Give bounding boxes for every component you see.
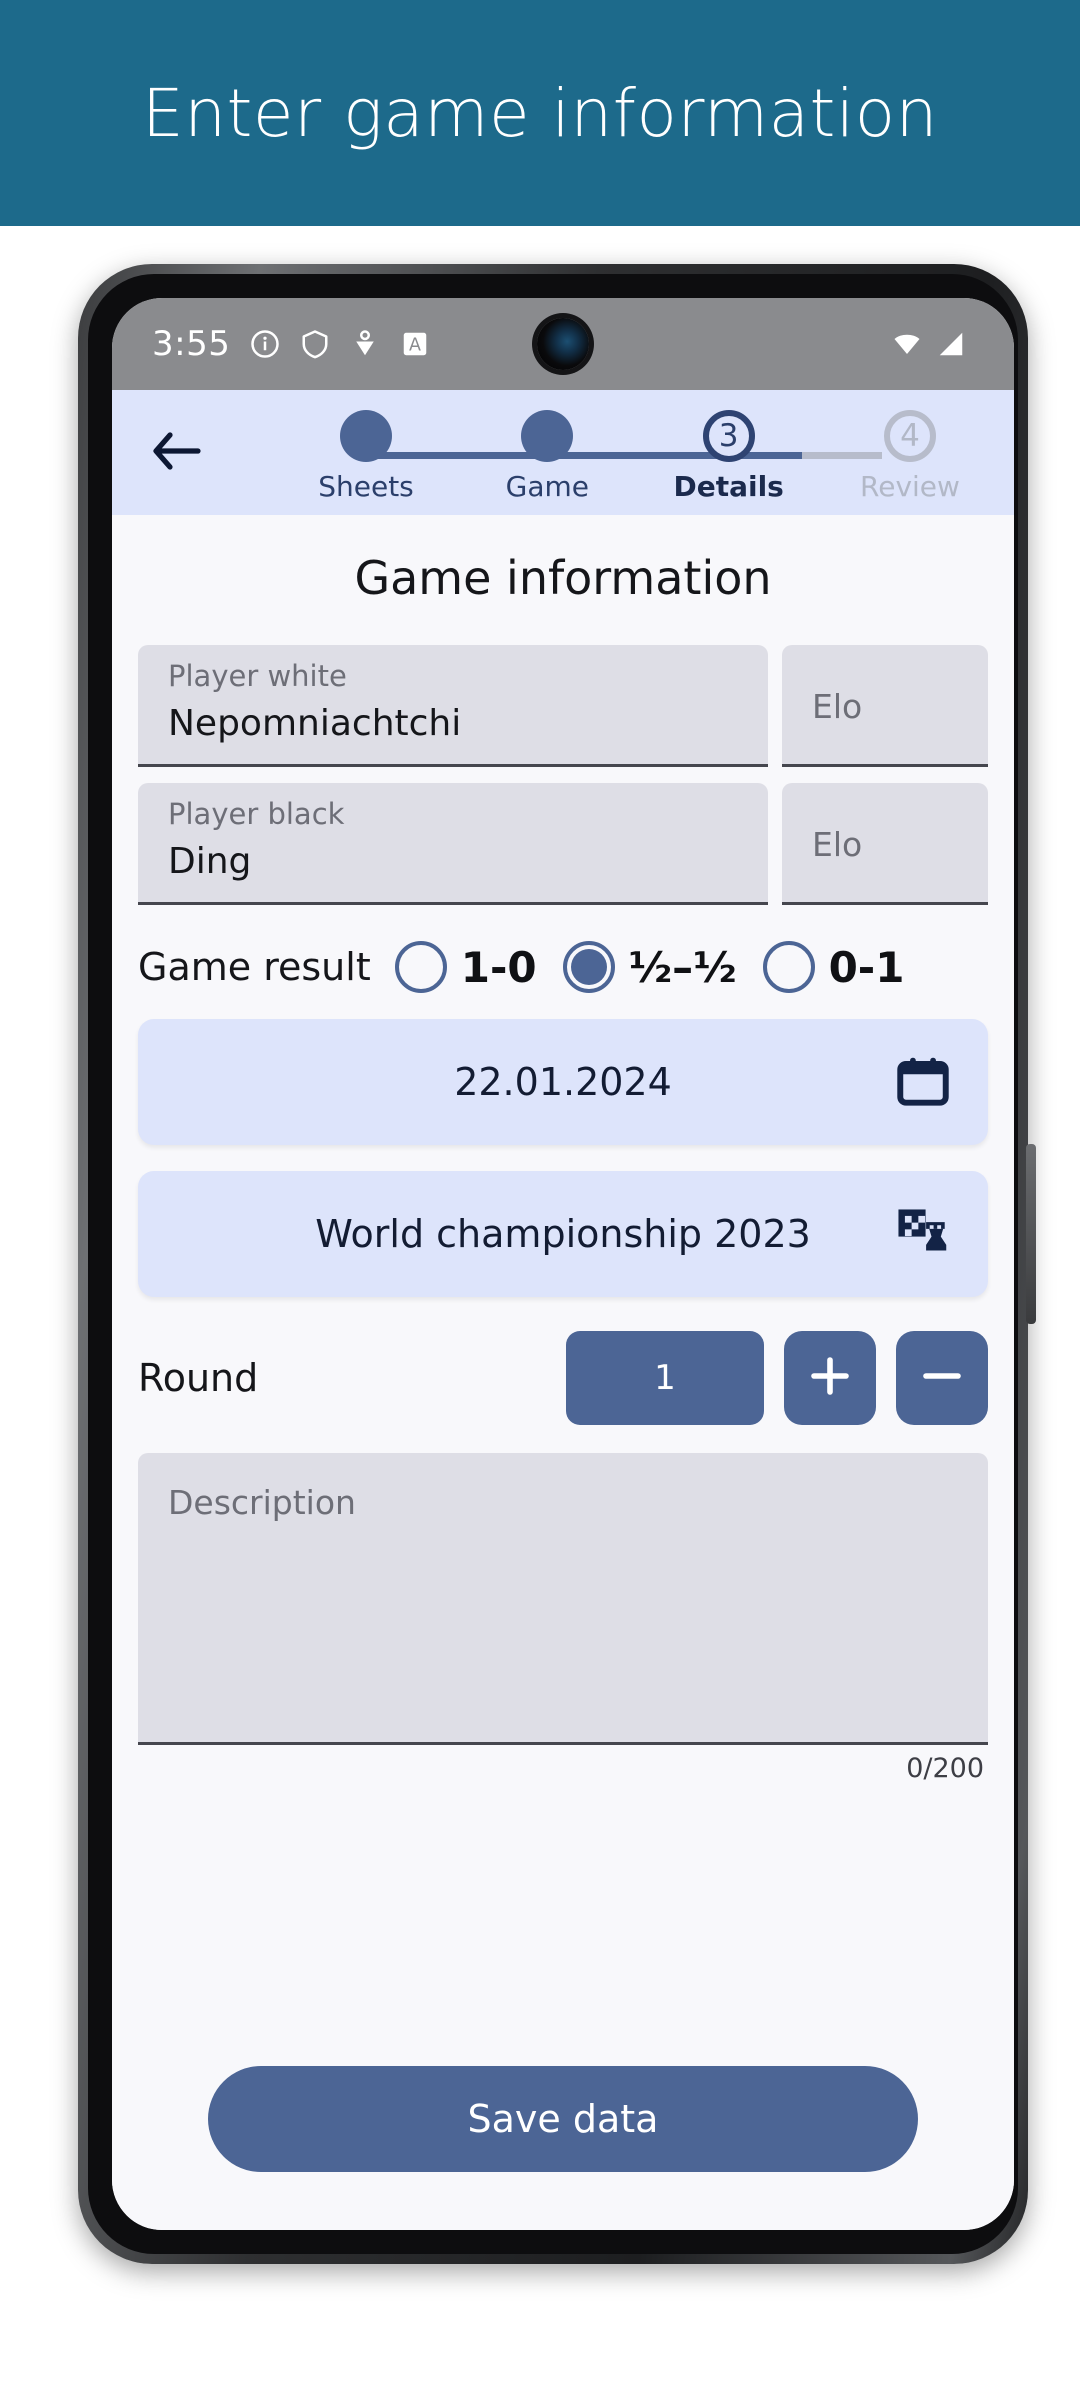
- game-result-label: Game result: [138, 945, 371, 989]
- radio-black-win-label: 0-1: [828, 942, 905, 992]
- step-sheets[interactable]: Sheets: [280, 410, 452, 503]
- status-bar: 3:55 A: [112, 298, 1014, 390]
- wifi-icon: [892, 329, 922, 359]
- step-game-dot: [521, 410, 574, 462]
- shield-icon: [300, 329, 330, 359]
- step-review[interactable]: 4 Review: [824, 410, 996, 503]
- radio-white-win[interactable]: [394, 941, 447, 993]
- round-label: Round: [138, 1356, 259, 1400]
- save-data-button[interactable]: Save data: [208, 2066, 918, 2172]
- wizard-stepper: Sheets Game 3 Details 4 Review: [112, 390, 1014, 515]
- status-bar-left: 3:55 A: [152, 324, 430, 364]
- result-option-draw[interactable]: ½–½: [562, 941, 737, 993]
- player-white-label: Player white: [168, 659, 347, 693]
- date-picker[interactable]: 22.01.2024: [138, 1019, 988, 1145]
- description-placeholder: Description: [168, 1483, 356, 1522]
- plus-icon: [806, 1352, 854, 1405]
- form-page: Game information Player white Nepomniach…: [112, 515, 1014, 2230]
- elo-white-input[interactable]: Elo: [782, 645, 988, 767]
- minus-icon: [918, 1352, 966, 1405]
- front-camera: [537, 318, 589, 370]
- step-sheets-dot: [340, 410, 392, 462]
- back-arrow-icon: [150, 429, 202, 478]
- info-circle-icon: [250, 329, 280, 359]
- round-row: Round 1: [112, 1331, 1014, 1425]
- player-white-row: Player white Nepomniachtchi Elo: [138, 645, 988, 767]
- step-details-label: Details: [673, 470, 784, 503]
- back-button[interactable]: [148, 428, 204, 478]
- player-black-label: Player black: [168, 797, 345, 831]
- elo-white-placeholder: Elo: [812, 687, 863, 726]
- radio-white-win-label: 1-0: [460, 942, 537, 992]
- step-list: Sheets Game 3 Details 4 Review: [280, 410, 996, 503]
- step-details-dot: 3: [702, 410, 755, 462]
- player-black-input[interactable]: Player black Ding: [138, 783, 768, 905]
- elo-black-placeholder: Elo: [812, 825, 863, 864]
- player-black-row: Player black Ding Elo: [138, 783, 988, 905]
- step-details[interactable]: 3 Details: [643, 410, 815, 503]
- game-result-group: Game result 1-0 ½–½ 0-1: [112, 941, 1014, 993]
- tournament-value: World championship 2023: [315, 1212, 811, 1256]
- page-title: Game information: [354, 551, 772, 605]
- date-value: 22.01.2024: [454, 1060, 672, 1104]
- promo-title: Enter game information: [142, 74, 938, 152]
- letter-a-badge-icon: A: [400, 329, 430, 359]
- description-input[interactable]: Description: [138, 1453, 988, 1745]
- step-sheets-label: Sheets: [318, 470, 414, 503]
- description-char-counter: 0/200: [906, 1753, 984, 1784]
- phone-bezel: 3:55 A Sheets Game 3 Details 4 Review Ga…: [88, 274, 1018, 2254]
- status-time: 3:55: [152, 324, 231, 364]
- radio-draw-label: ½–½: [628, 942, 737, 992]
- location-heart-icon: [350, 329, 380, 359]
- step-game[interactable]: Game: [461, 410, 633, 503]
- cellular-signal-icon: [936, 329, 966, 359]
- step-review-label: Review: [860, 470, 960, 503]
- result-option-black-win[interactable]: 0-1: [762, 941, 905, 993]
- chessboard-rook-icon: [892, 1203, 954, 1265]
- player-white-value: Nepomniachtchi: [168, 703, 462, 744]
- round-increment-button[interactable]: [784, 1331, 876, 1425]
- promo-banner: Enter game information: [0, 0, 1080, 226]
- status-bar-right: [892, 298, 966, 390]
- radio-black-win[interactable]: [762, 941, 815, 993]
- player-white-input[interactable]: Player white Nepomniachtchi: [138, 645, 768, 767]
- result-option-white-win[interactable]: 1-0: [394, 941, 537, 993]
- round-decrement-button[interactable]: [896, 1331, 988, 1425]
- step-review-dot: 4: [883, 410, 936, 462]
- phone-screen: 3:55 A Sheets Game 3 Details 4 Review Ga…: [112, 298, 1014, 2230]
- round-value-input[interactable]: 1: [566, 1331, 764, 1425]
- player-black-value: Ding: [168, 841, 252, 882]
- calendar-icon: [892, 1051, 954, 1113]
- elo-black-input[interactable]: Elo: [782, 783, 988, 905]
- radio-draw[interactable]: [562, 941, 615, 993]
- tournament-picker[interactable]: World championship 2023: [138, 1171, 988, 1297]
- phone-frame: 3:55 A Sheets Game 3 Details 4 Review Ga…: [78, 264, 1036, 2264]
- step-game-label: Game: [505, 470, 589, 503]
- svg-text:A: A: [409, 335, 421, 355]
- player-fields: Player white Nepomniachtchi Elo Player b…: [112, 645, 1014, 905]
